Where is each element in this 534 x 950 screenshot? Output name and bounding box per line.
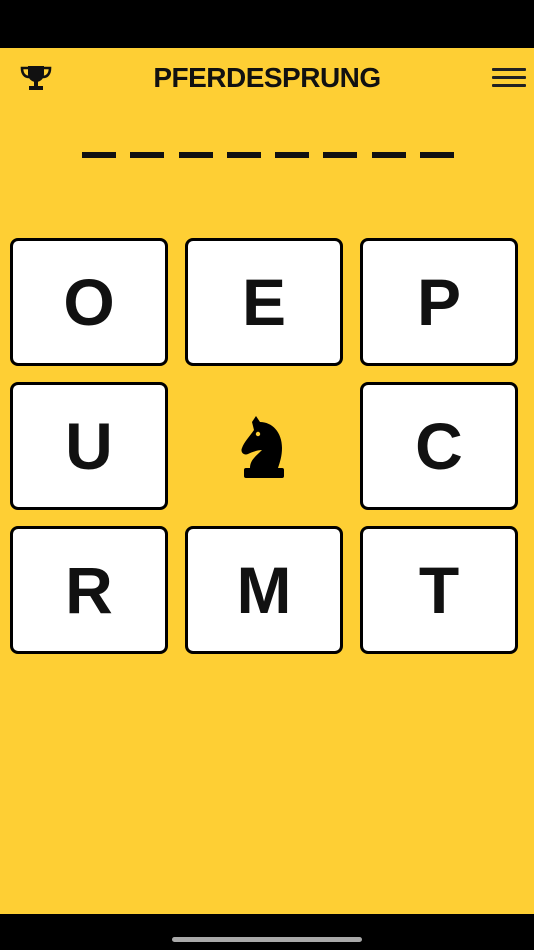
answer-slot — [178, 152, 213, 158]
letter-tile[interactable]: P — [360, 238, 518, 366]
answer-slot — [419, 152, 454, 158]
header: PFERDESPRUNG — [0, 48, 534, 108]
answer-slot — [323, 152, 358, 158]
letter-tile[interactable]: R — [10, 526, 168, 654]
answer-slot — [371, 152, 406, 158]
page-title: PFERDESPRUNG — [153, 62, 381, 93]
menu-bar — [492, 84, 526, 87]
home-bar-area — [0, 914, 534, 950]
letter-tile[interactable]: T — [360, 526, 518, 654]
menu-bar — [492, 76, 526, 79]
home-indicator[interactable] — [172, 937, 362, 942]
center-cell — [185, 382, 343, 510]
answer-slot — [82, 152, 116, 158]
chess-knight-icon — [241, 416, 284, 478]
letter-tile[interactable]: E — [185, 238, 343, 366]
app-screen: PFERDESPRUNG O E P U C R M T — [0, 48, 534, 914]
letter-tile[interactable]: U — [10, 382, 168, 510]
menu-button[interactable] — [490, 66, 530, 90]
menu-bar — [492, 68, 526, 71]
answer-slot — [130, 152, 165, 158]
answer-slot — [226, 152, 261, 158]
status-bar — [0, 0, 534, 48]
answer-slots — [82, 152, 454, 158]
letter-tile[interactable]: M — [185, 526, 343, 654]
letter-tile[interactable]: O — [10, 238, 168, 366]
letter-tile[interactable]: C — [360, 382, 518, 510]
answer-slot — [275, 152, 310, 158]
